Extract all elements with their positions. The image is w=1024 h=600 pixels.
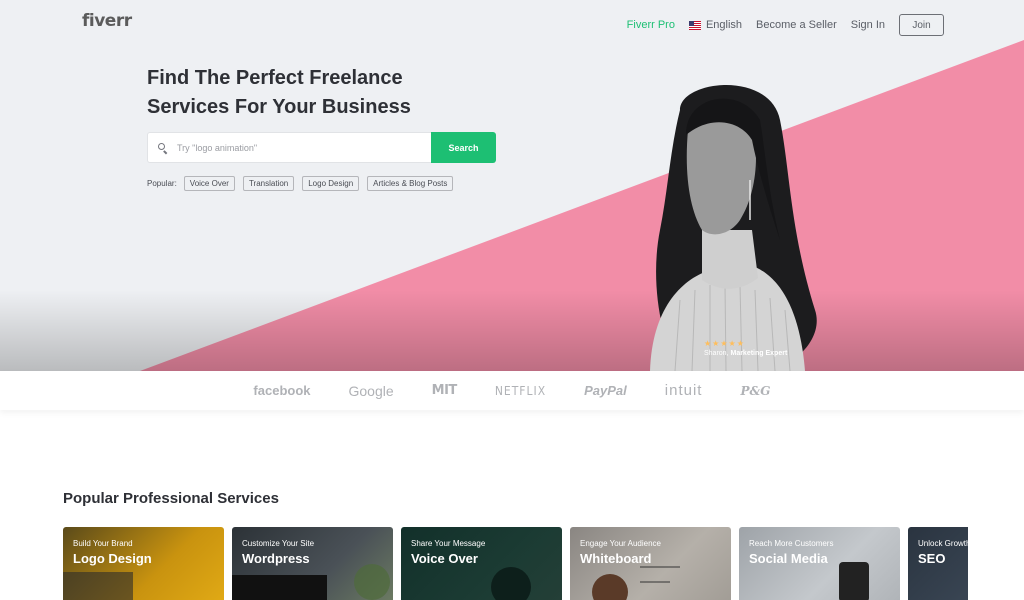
fiverr-logo[interactable]: fiverr [82, 11, 132, 31]
hero-headline: Find The Perfect Freelance Services For … [147, 67, 411, 118]
card-subtitle: Engage Your Audience [580, 539, 661, 548]
facebook-logo: facebook [253, 383, 311, 398]
popular-label: Popular: [147, 179, 177, 188]
service-card-voice-over[interactable]: Share Your Message Voice Over [401, 527, 562, 600]
popular-searches: Popular: Voice Over Translation Logo Des… [147, 176, 461, 191]
pg-logo: P&G [740, 383, 771, 398]
popular-tag-logo-design[interactable]: Logo Design [302, 176, 360, 191]
services-carousel: Build Your Brand Logo Design Customize Y… [63, 527, 968, 600]
card-subtitle: Unlock Growth Online [918, 539, 968, 548]
search-field[interactable] [147, 132, 431, 163]
service-card-social-media[interactable]: Reach More Customers Social Media [739, 527, 900, 600]
nav-links: Fiverr Pro English Become a Seller Sign … [613, 14, 944, 36]
language-label: English [705, 19, 743, 31]
rating-stars-icon: ★★★★★ [704, 339, 745, 348]
search-bar: Search [147, 132, 496, 163]
card-title: Social Media [749, 551, 828, 566]
testimonial-attribution: Sharon, Marketing Expert [704, 350, 787, 357]
trusted-by-bar: facebook Google MIT NETFLIX PayPal intui… [0, 371, 1024, 410]
service-card-logo-design[interactable]: Build Your Brand Logo Design [63, 527, 224, 600]
search-icon [158, 142, 168, 153]
portrait-image [650, 85, 817, 371]
service-card-seo[interactable]: Unlock Growth Online SEO [908, 527, 968, 600]
popular-tag-translation[interactable]: Translation [242, 176, 295, 191]
card-subtitle: Build Your Brand [73, 539, 133, 548]
card-title: SEO [918, 551, 946, 566]
us-flag-icon [688, 20, 701, 30]
google-logo: Google [348, 382, 394, 399]
card-subtitle: Share Your Message [411, 539, 486, 548]
hero-section: ★★★★★ Sharon, Marketing Expert fiverr Fi… [0, 0, 1024, 371]
card-title: Wordpress [242, 551, 310, 566]
section-title: Popular Professional Services [63, 490, 279, 507]
hero-bottom-fade [0, 290, 1024, 371]
top-navigation: fiverr Fiverr Pro English Become a Selle… [0, 0, 1024, 50]
card-subtitle: Customize Your Site [242, 539, 315, 548]
service-card-wordpress[interactable]: Customize Your Site Wordpress [232, 527, 393, 600]
join-button[interactable]: Join [899, 14, 944, 36]
search-input[interactable] [177, 142, 407, 153]
popular-tag-voice-over[interactable]: Voice Over [183, 176, 235, 191]
testimonial: ★★★★★ Sharon, Marketing Expert [704, 339, 787, 357]
fiverr-pro-link[interactable]: Fiverr Pro [627, 19, 675, 31]
paypal-logo: PayPal [584, 383, 627, 398]
sign-in-link[interactable]: Sign In [851, 19, 885, 31]
search-button[interactable]: Search [431, 132, 496, 163]
card-title: Logo Design [73, 551, 152, 566]
card-title: Voice Over [411, 551, 478, 566]
netflix-logo: NETFLIX [494, 383, 547, 398]
testimonial-role: Marketing Expert [730, 350, 788, 357]
card-title: Whiteboard [580, 551, 652, 566]
become-seller-link[interactable]: Become a Seller [756, 19, 837, 31]
popular-tag-articles[interactable]: Articles & Blog Posts [367, 176, 454, 191]
language-selector[interactable]: English [688, 19, 743, 31]
card-subtitle: Reach More Customers [749, 539, 834, 548]
intuit-logo: intuit [664, 382, 703, 399]
service-card-whiteboard[interactable]: Engage Your Audience Whiteboard [570, 527, 731, 600]
mit-logo: MIT [431, 383, 458, 398]
testimonial-name: Sharon, [704, 350, 729, 357]
